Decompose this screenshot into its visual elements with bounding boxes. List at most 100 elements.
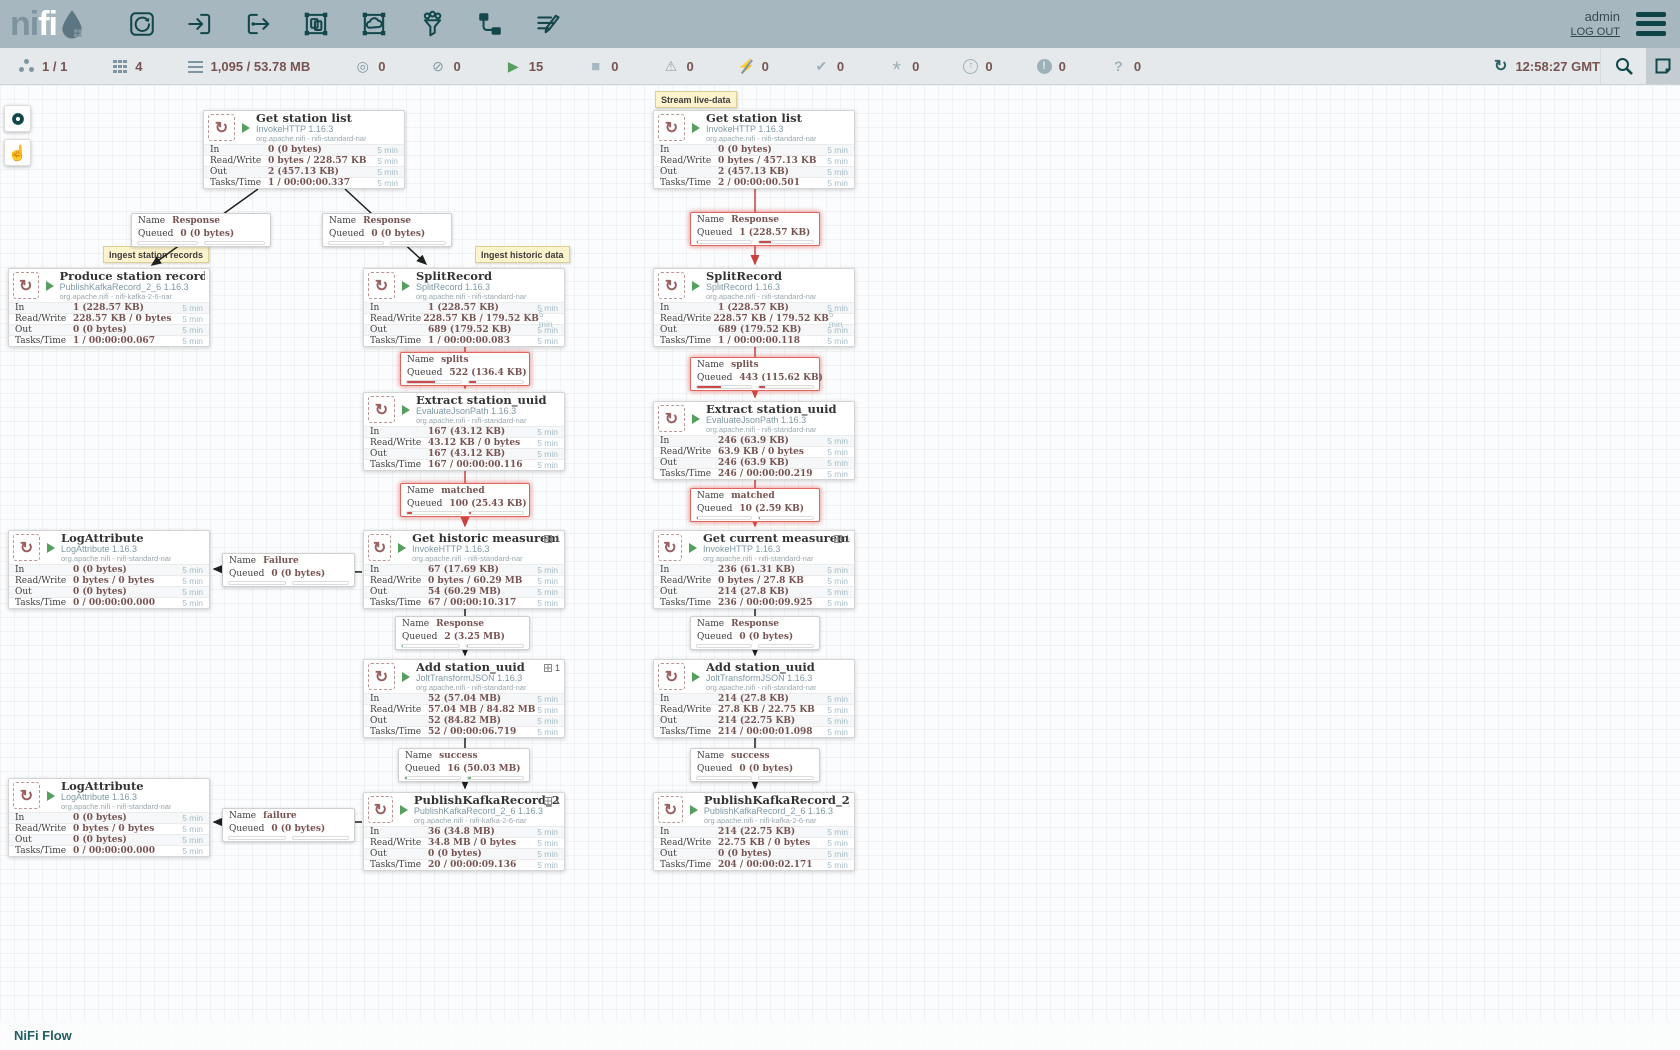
stat-row-out: Out 2 (457.13 KB) 5 min xyxy=(204,166,404,177)
processor[interactable]: ↻ Extract station_uuid EvaluateJsonPath … xyxy=(653,401,855,480)
processor-type-icon: ↻ xyxy=(13,534,40,561)
connection-label[interactable]: Name failure Queued 0 (0 bytes) xyxy=(222,808,355,842)
stat-row-in: In 246 (63.9 KB) 5 min xyxy=(654,435,854,446)
stat-row-read-write: Read/Write 0 bytes / 0 bytes 5 min xyxy=(9,575,209,586)
disabled-icon xyxy=(738,58,755,75)
stat-row-out: Out 54 (60.29 MB) 5 min xyxy=(364,586,564,597)
processor-type-icon: ↻ xyxy=(368,663,395,690)
connection-label[interactable]: Name Failure Queued 0 (0 bytes) xyxy=(222,553,355,587)
processor[interactable]: ↻ Add station_uuid JoltTransformJSON 1.1… xyxy=(363,659,565,738)
label-icon[interactable] xyxy=(533,9,563,39)
global-menu-icon[interactable] xyxy=(1636,12,1666,36)
panel-toggle-button[interactable] xyxy=(1646,48,1680,84)
connection-label[interactable]: Name matched Queued 10 (2.59 KB) xyxy=(690,488,820,522)
stat-row-tasks-time: Tasks/Time 236 / 00:00:09.925 5 min xyxy=(654,597,854,608)
processor[interactable]: ↻ Add station_uuid JoltTransformJSON 1.1… xyxy=(653,659,855,738)
nifi-drop-icon xyxy=(59,9,85,39)
connection-label[interactable]: Name matched Queued 100 (25.43 KB) xyxy=(400,483,530,517)
queue-progress-bars xyxy=(691,239,819,244)
queue-progress-bars xyxy=(132,240,270,245)
processor-bundle: org.apache.nifi - nifi-standard-nar xyxy=(61,803,171,811)
lm-stale-icon xyxy=(1037,59,1052,74)
running-status-icon xyxy=(400,805,408,815)
processor-bundle: org.apache.nifi - nifi-standard-nar xyxy=(703,555,850,563)
connection-label[interactable]: Name Response Queued 0 (0 bytes) xyxy=(322,213,452,247)
remote-process-group-icon[interactable] xyxy=(359,9,389,39)
processor-name: Get current measurement xyxy=(703,532,850,545)
connection-label[interactable]: Name splits Queued 522 (136.4 KB) xyxy=(400,352,530,386)
navigate-palette-button[interactable] xyxy=(4,105,31,132)
processor-bundle: org.apache.nifi - nifi-standard-nar xyxy=(256,135,366,143)
connection-queued-value: 522 (136.4 KB) xyxy=(449,368,526,378)
current-user: admin xyxy=(1570,8,1620,26)
processor[interactable]: ↻ SplitRecord SplitRecord 1.16.3 org.apa… xyxy=(653,268,855,347)
logout-link[interactable]: LOG OUT xyxy=(1570,25,1620,40)
running-status-icon xyxy=(692,123,700,133)
status-item: 0 xyxy=(813,58,844,75)
stat-row-in: In 0 (0 bytes) 5 min xyxy=(654,144,854,155)
processor[interactable]: ↻ Get current measurement InvokeHTTP 1.1… xyxy=(653,530,855,609)
connection-label[interactable]: Name Response Queued 2 (3.25 MB) xyxy=(395,616,530,650)
template-icon[interactable] xyxy=(475,9,505,39)
hand-icon: ☝ xyxy=(8,144,27,162)
connection-queued-key: Queued xyxy=(697,632,732,642)
processor-type-icon: ↻ xyxy=(368,796,393,823)
status-count: 0 xyxy=(985,59,992,74)
process-group-icon[interactable] xyxy=(301,9,331,39)
processor-bundle: org.apache.nifi - nifi-standard-nar xyxy=(416,684,526,692)
connection-queued-value: 0 (0 bytes) xyxy=(180,229,234,239)
sync-failure-icon xyxy=(1110,58,1127,75)
connection-name-key: Name xyxy=(407,486,434,496)
processor[interactable]: ↻ SplitRecord SplitRecord 1.16.3 org.apa… xyxy=(363,268,565,347)
processor[interactable]: ↻ LogAttribute LogAttribute 1.16.3 org.a… xyxy=(8,778,210,857)
processor[interactable]: ↻ PublishKafkaRecord_2_6 PublishKafkaRec… xyxy=(363,792,565,871)
funnel-icon[interactable] xyxy=(417,9,447,39)
input-port-icon[interactable] xyxy=(185,9,215,39)
status-item: 0 xyxy=(738,58,769,75)
connection-queued-key: Queued xyxy=(405,764,440,774)
running-status-icon xyxy=(689,543,697,553)
processor[interactable]: ↻ Produce station records PublishKafkaRe… xyxy=(8,268,210,347)
processor[interactable]: ↻ LogAttribute LogAttribute 1.16.3 org.a… xyxy=(8,530,210,609)
operate-palette-button[interactable]: ☝ xyxy=(4,139,31,166)
connection-label[interactable]: Name splits Queued 443 (115.62 KB) xyxy=(690,357,820,391)
connection-name-value: success xyxy=(439,751,477,761)
connection-label[interactable]: Name Response Queued 0 (0 bytes) xyxy=(131,213,271,247)
up-to-date-icon xyxy=(813,58,830,75)
processor[interactable]: ↻ Get historic measurements InvokeHTTP 1… xyxy=(363,530,565,609)
status-count: 0 xyxy=(912,59,919,74)
status-item: 1,095 / 53.78 MB xyxy=(187,58,311,75)
tasks-icon xyxy=(544,664,552,672)
connection-queued-value: 10 (2.59 KB) xyxy=(739,504,804,514)
processor-type-icon: ↻ xyxy=(368,272,395,299)
processor[interactable]: ↻ Get station list InvokeHTTP 1.16.3 org… xyxy=(653,110,855,189)
navigate-icon xyxy=(9,110,27,128)
stat-row-out: Out 214 (27.8 KB) 5 min xyxy=(654,586,854,597)
connection-queued-key: Queued xyxy=(407,499,442,509)
stat-row-tasks-time: Tasks/Time 204 / 00:00:02.171 5 min xyxy=(654,859,854,870)
app-header: nifi admin xyxy=(0,0,1680,48)
connection-label[interactable]: Name Response Queued 0 (0 bytes) xyxy=(690,616,820,650)
processor[interactable]: ↻ Get station list InvokeHTTP 1.16.3 org… xyxy=(203,110,405,189)
connection-label[interactable]: Name Response Queued 1 (228.57 KB) xyxy=(690,212,820,246)
refresh-icon[interactable]: ↻ xyxy=(1494,56,1507,76)
processor[interactable]: ↻ PublishKafkaRecord_2_6 PublishKafkaRec… xyxy=(653,792,855,871)
processor[interactable]: ↻ Extract station_uuid EvaluateJsonPath … xyxy=(363,392,565,471)
processor-name: PublishKafkaRecord_2_6 xyxy=(414,794,560,807)
output-port-icon[interactable] xyxy=(243,9,273,39)
connection-label[interactable]: Name success Queued 16 (50.03 MB) xyxy=(398,748,530,782)
stat-row-tasks-time: Tasks/Time 0 / 00:00:00.000 5 min xyxy=(9,845,209,856)
flow-canvas[interactable]: Ingest station recordsIngest historic da… xyxy=(0,85,1680,1050)
running-status-icon xyxy=(402,672,410,682)
stat-row-tasks-time: Tasks/Time 0 / 00:00:00.000 5 min xyxy=(9,597,209,608)
processor-icon[interactable] xyxy=(127,9,157,39)
processor-name: Add station_uuid xyxy=(706,661,816,674)
processor-name: LogAttribute xyxy=(61,780,171,793)
running-status-icon xyxy=(242,123,250,133)
running-status-icon xyxy=(46,281,54,291)
connection-name-key: Name xyxy=(697,619,724,629)
connection-label[interactable]: Name success Queued 0 (0 bytes) xyxy=(690,748,820,782)
search-button[interactable] xyxy=(1600,48,1646,84)
stat-row-read-write: Read/Write 57.04 MB / 84.82 MB 5 min xyxy=(364,704,564,715)
breadcrumb-root[interactable]: NiFi Flow xyxy=(14,1028,72,1043)
